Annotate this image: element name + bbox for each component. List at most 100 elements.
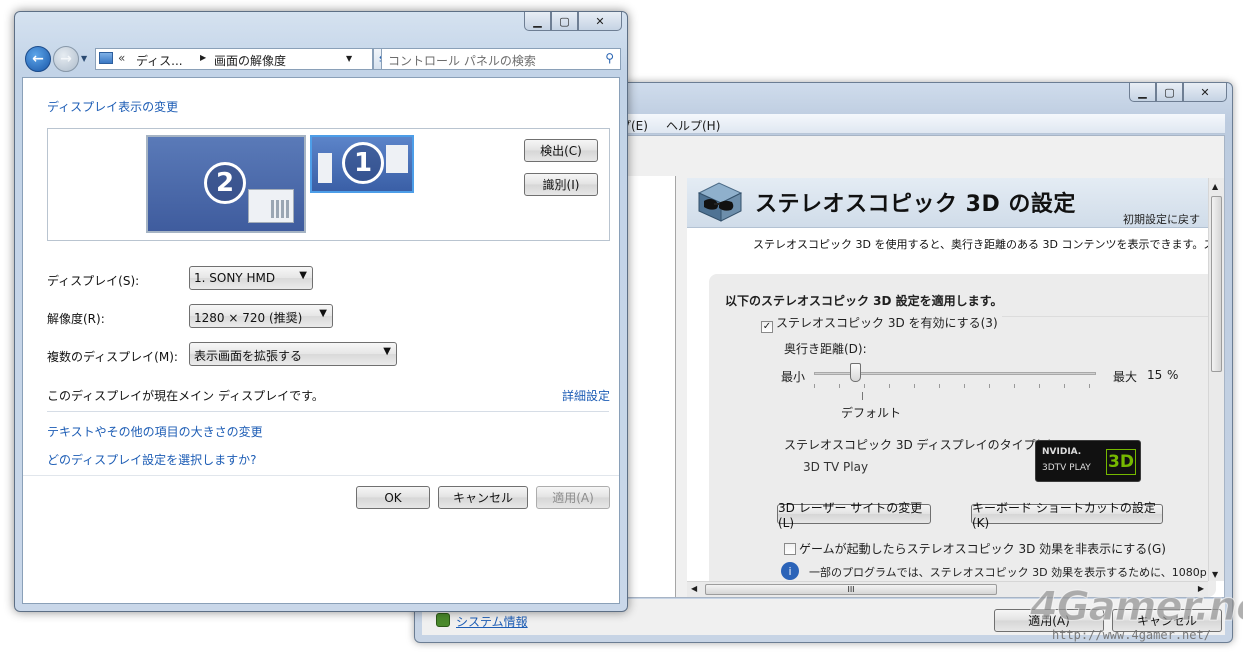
main-display-status: このディスプレイが現在メイン ディスプレイです。 xyxy=(47,389,324,403)
window-thumbnail-icon xyxy=(248,189,294,223)
default-tick xyxy=(862,392,863,400)
screen-resolution-content: ディスプレイ表示の変更 2 1 検出(C) 識別(I) ディスプレイ(S): 1… xyxy=(22,77,620,604)
breadcrumb-separator-icon[interactable]: ▶ xyxy=(200,53,206,62)
multiple-displays-select[interactable]: 表示画面を拡張する ▼ xyxy=(189,342,397,366)
nv-page-header: ステレオスコピック 3D の設定 初期設定に戻す xyxy=(687,178,1208,228)
multiple-displays-select-value: 表示画面を拡張する xyxy=(194,349,303,363)
close-button[interactable]: ✕ xyxy=(1183,83,1227,102)
search-icon[interactable]: ⚲ xyxy=(605,51,614,65)
page-title: ステレオスコピック 3D の設定 xyxy=(755,192,1076,217)
cancel-button[interactable]: キャンセル xyxy=(438,486,528,509)
display-select[interactable]: 1. SONY HMD ▼ xyxy=(189,266,313,290)
compatibility-note: 一部のプログラムでは、ステレオスコピック 3D 効果を表示するために、1080p… xyxy=(809,566,1224,579)
depth-value: 15 xyxy=(1147,368,1163,382)
resolution-select-value: 1280 × 720 (推奨) xyxy=(194,311,303,325)
breadcrumb-display[interactable]: ディス... xyxy=(136,52,183,69)
depth-slider-ticks xyxy=(814,384,1096,388)
resolution-label: 解像度(R): xyxy=(47,312,105,326)
nvidia-3dtv-play-badge: NVIDIA. 3DTV PLAY 3D xyxy=(1035,440,1141,482)
laser-sight-button[interactable]: 3D レーザー サイトの変更(L) xyxy=(777,501,931,530)
divider xyxy=(47,411,609,412)
address-bar[interactable]: « ディス... ▶ 画面の解像度 ▼ xyxy=(95,48,373,70)
watermark-url: http://www.4gamer.net/ xyxy=(1052,628,1211,642)
breadcrumb-overflow[interactable]: « xyxy=(118,51,125,65)
identify-button[interactable]: 識別(I) xyxy=(524,173,598,196)
resolution-select[interactable]: 1280 × 720 (推奨) ▼ xyxy=(189,304,333,328)
maximize-button[interactable]: ▢ xyxy=(551,12,578,31)
nvidia-brand: NVIDIA. xyxy=(1042,447,1082,457)
badge-product: 3DTV PLAY xyxy=(1042,463,1091,473)
chevron-down-icon: ▼ xyxy=(319,308,327,319)
forward-button[interactable]: → xyxy=(53,46,79,72)
address-dropdown-icon[interactable]: ▼ xyxy=(346,54,352,63)
depth-max-label: 最大 xyxy=(1113,370,1138,384)
back-arrow-icon: ← xyxy=(32,51,44,67)
monitor-1[interactable]: 1 xyxy=(310,135,414,193)
nv-caption-buttons: ▁ ▢ ✕ xyxy=(1129,83,1227,103)
display-type-value: 3D TV Play xyxy=(803,460,869,474)
display-label: ディスプレイ(S): xyxy=(47,274,140,288)
scroll-up-arrow-icon[interactable]: ▲ xyxy=(1212,182,1218,191)
restore-defaults-link[interactable]: 初期設定に戻す xyxy=(1123,211,1200,227)
default-label: デフォルト xyxy=(841,406,902,420)
monitor-2[interactable]: 2 xyxy=(146,135,306,233)
depth-label: 奥行き距離(D): xyxy=(784,342,867,356)
menu-item-help[interactable]: ヘルプ(H) xyxy=(666,117,720,134)
apply-button[interactable]: 適用(A) xyxy=(536,486,610,509)
control-panel-icon xyxy=(99,52,113,64)
hide-on-game-checkbox[interactable]: ゲームが起動したらステレオスコピック 3D 効果を非表示にする(G) xyxy=(784,540,1166,557)
minimize-button[interactable]: ▁ xyxy=(1129,83,1156,102)
scroll-left-arrow-icon[interactable]: ◀ xyxy=(691,584,697,593)
display-select-value: 1. SONY HMD xyxy=(194,271,276,285)
maximize-button[interactable]: ▢ xyxy=(1156,83,1183,102)
which-settings-link[interactable]: どのディスプレイ設定を選択しますか? xyxy=(47,451,257,468)
scroll-thumb[interactable] xyxy=(1211,196,1222,372)
chevron-down-icon: ▼ xyxy=(383,346,391,357)
multiple-displays-label: 複数のディスプレイ(M): xyxy=(47,350,178,364)
footer-divider xyxy=(23,475,619,476)
page-description: ステレオスコピック 3D を使用すると、奥行き距離のある 3D コンテンツを表示… xyxy=(753,238,1224,251)
chevron-down-icon: ▼ xyxy=(299,270,307,281)
monitor-arrangement-area[interactable]: 2 1 検出(C) 識別(I) xyxy=(47,128,610,241)
text-size-link[interactable]: テキストやその他の項目の大きさの変更 xyxy=(47,423,263,440)
apply-heading: 以下のステレオスコピック 3D 設定を適用します。 xyxy=(725,294,1003,308)
depth-percent: % xyxy=(1167,368,1179,382)
detect-button[interactable]: 検出(C) xyxy=(524,139,598,162)
system-info-link[interactable]: システム情報 xyxy=(456,613,528,630)
minimize-button[interactable]: ▁ xyxy=(524,12,551,31)
vertical-scrollbar[interactable]: ▲ ▼ xyxy=(1208,178,1224,581)
search-placeholder: コントロール パネルの検索 xyxy=(388,54,536,68)
badge-3d: 3D xyxy=(1106,449,1136,475)
stereo-glasses-icon xyxy=(697,182,743,222)
advanced-settings-link[interactable]: 詳細設定 xyxy=(562,387,610,404)
system-info-icon xyxy=(436,613,450,627)
checkbox-checked-icon: ✓ xyxy=(761,320,773,333)
page-heading: ディスプレイ表示の変更 xyxy=(47,100,179,114)
enable-stereo-checkbox[interactable]: ✓ ステレオスコピック 3D を有効にする(3) xyxy=(761,314,1002,333)
recent-pages-dropdown-icon[interactable]: ▼ xyxy=(81,54,87,63)
close-button[interactable]: ✕ xyxy=(578,12,622,31)
h-scroll-thumb[interactable]: III xyxy=(705,584,997,595)
monitor-2-number: 2 xyxy=(204,162,246,204)
back-button[interactable]: ← xyxy=(25,46,51,72)
sr-caption-buttons: ▁ ▢ ✕ xyxy=(524,12,622,32)
display-type-label: ステレオスコピック 3D ディスプレイのタイプ(P): xyxy=(784,438,1057,452)
monitor-1-number: 1 xyxy=(342,142,384,184)
ok-button[interactable]: OK xyxy=(356,486,430,509)
taskbar-thumbnail xyxy=(318,153,332,183)
search-box[interactable]: コントロール パネルの検索 ⚲ xyxy=(381,48,621,70)
info-icon: i xyxy=(781,562,799,580)
scroll-down-arrow-icon[interactable]: ▼ xyxy=(1212,570,1218,579)
enable-stereo-label: ステレオスコピック 3D を有効にする(3) xyxy=(776,316,998,330)
depth-slider-thumb[interactable] xyxy=(850,363,861,382)
window-thumbnail-small xyxy=(386,145,408,173)
depth-min-label: 最小 xyxy=(781,370,806,384)
checkbox-unchecked-icon xyxy=(784,543,796,555)
keyboard-shortcut-button[interactable]: キーボード ショートカットの設定(K) xyxy=(971,501,1163,530)
4gamer-logo: 4Gamer.net xyxy=(1029,584,1243,631)
hide-on-game-label: ゲームが起動したらステレオスコピック 3D 効果を非表示にする(G) xyxy=(799,542,1166,556)
screen-resolution-window[interactable]: ▁ ▢ ✕ ← → ▼ « ディス... ▶ 画面の解像度 ▼ ⇆ コントロール… xyxy=(14,11,628,612)
settings-panel: 以下のステレオスコピック 3D 設定を適用します。 ✓ ステレオスコピック 3D … xyxy=(709,274,1224,597)
breadcrumb-screen-resolution[interactable]: 画面の解像度 xyxy=(214,52,286,69)
grid-icon xyxy=(271,200,289,218)
